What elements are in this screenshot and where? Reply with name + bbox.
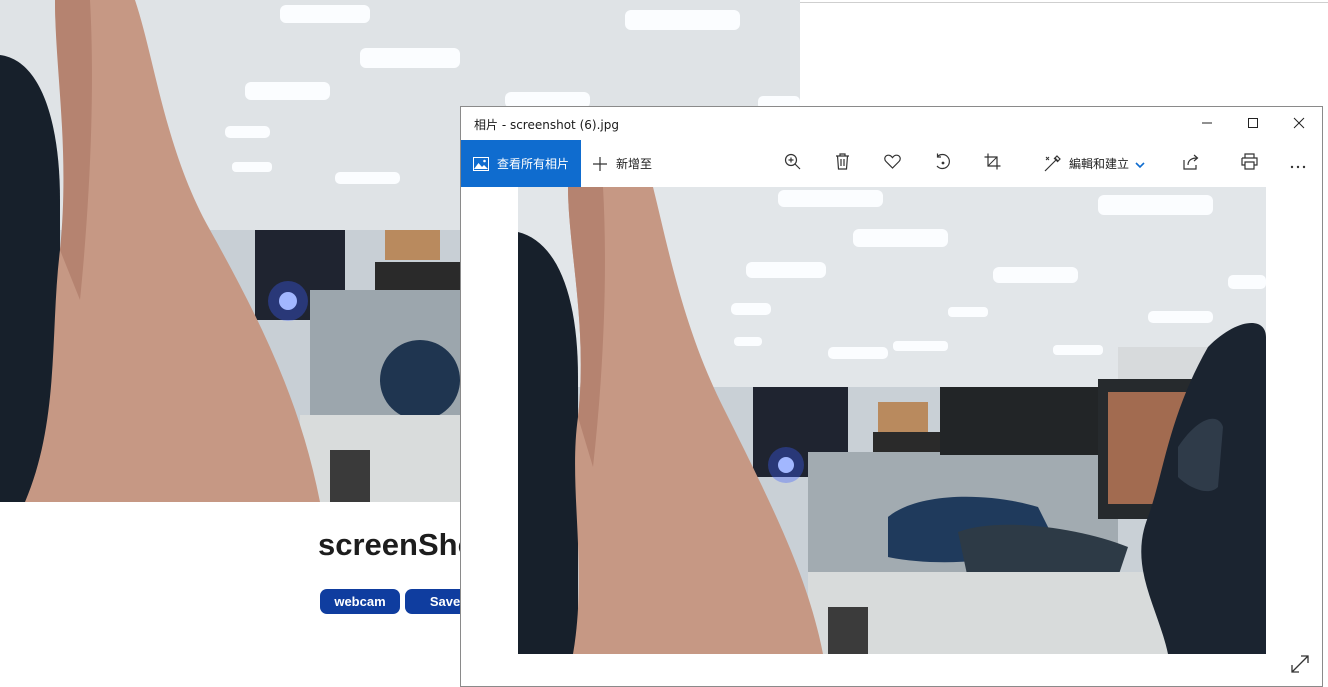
maximize-button[interactable] [1230, 107, 1276, 140]
edit-and-create-button[interactable]: 編輯和建立 [1044, 140, 1145, 187]
minimize-button[interactable] [1184, 107, 1230, 140]
photo-viewer-image[interactable] [518, 187, 1266, 654]
favorite-icon [883, 154, 901, 173]
add-to-button[interactable]: 新增至 [592, 140, 652, 187]
title-bar[interactable]: 相片 - screenshot (6).jpg [461, 107, 1322, 140]
zoom-in-icon [784, 153, 801, 174]
maximize-icon [1247, 114, 1259, 133]
plus-icon [592, 156, 608, 172]
close-icon [1293, 114, 1305, 133]
add-to-label: 新增至 [616, 157, 653, 171]
edit-create-icon [1044, 155, 1061, 172]
close-button[interactable] [1276, 107, 1322, 140]
rotate-icon [934, 153, 951, 174]
chevron-down-icon [1135, 154, 1145, 173]
expand-button[interactable] [1286, 652, 1314, 680]
share-icon [1182, 154, 1200, 174]
print-button[interactable] [1229, 140, 1269, 187]
crop-icon [984, 153, 1001, 174]
webcam-button[interactable]: webcam [320, 589, 400, 614]
photos-app-window: 相片 - screenshot (6).jpg 查看所有相片 新增至 編輯和建立 [460, 106, 1323, 687]
toolbar: 查看所有相片 新增至 編輯和建立 [461, 140, 1322, 187]
edit-and-create-label: 編輯和建立 [1069, 157, 1130, 171]
expand-icon [1290, 654, 1310, 678]
rotate-button[interactable] [922, 140, 962, 187]
photos-icon [473, 156, 489, 171]
crop-button[interactable] [972, 140, 1012, 187]
delete-icon [835, 153, 850, 174]
more-button[interactable] [1278, 140, 1318, 187]
share-button[interactable] [1171, 140, 1211, 187]
window-title: 相片 - screenshot (6).jpg [474, 118, 619, 132]
zoom-in-button[interactable] [772, 140, 812, 187]
favorite-button[interactable] [872, 140, 912, 187]
minimize-icon [1201, 114, 1213, 133]
more-icon [1290, 154, 1306, 173]
view-all-photos-button[interactable]: 查看所有相片 [461, 140, 581, 187]
print-icon [1240, 153, 1258, 174]
delete-button[interactable] [822, 140, 862, 187]
view-all-photos-label: 查看所有相片 [497, 157, 570, 171]
